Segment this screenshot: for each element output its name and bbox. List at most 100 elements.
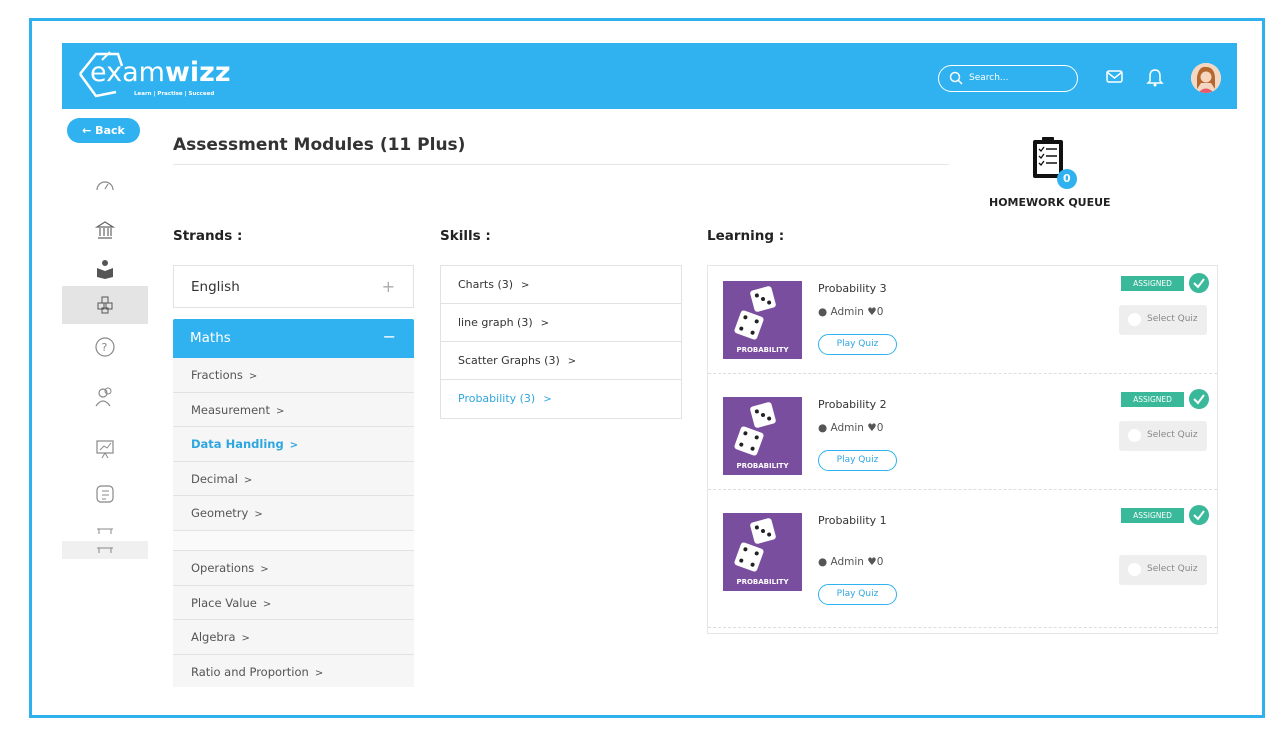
card-author: Admin ♥0 [830,422,884,434]
scroll-icon[interactable] [62,521,148,541]
chevron-right-icon: > [241,633,250,645]
dashboard-icon[interactable] [62,166,148,204]
card-meta: ● Admin ♥0 [818,422,883,434]
brand-light: exam [90,57,165,88]
strand-maths[interactable]: Maths − [173,319,414,358]
checklist-icon[interactable] [62,475,148,513]
sub-geometry[interactable]: Geometry > [173,496,414,531]
card-meta: ● Admin ♥0 [818,556,883,568]
skill-label: Charts (3) [458,278,514,291]
learning-card: PROBABILITY Probability 1 ● Admin ♥0 Pla… [708,498,1217,628]
assigned-badge: ASSIGNED [1121,392,1184,407]
chevron-right-icon: > [260,563,269,575]
sub-label: Fractions [191,368,243,382]
avatar[interactable] [1191,63,1221,93]
sub-measurement[interactable]: Measurement > [173,392,414,428]
radio-icon [1128,313,1141,326]
select-quiz-toggle[interactable]: Select Quiz [1119,421,1207,451]
strands-panel: English + Maths − Fractions > Measurement > … [173,265,414,687]
logo[interactable]: examwizz Learn | Practise | Succeed [72,49,242,99]
chevron-right-icon: > [262,598,272,610]
chevron-right-icon: > [275,405,285,417]
presentation-icon[interactable] [62,430,148,468]
skill-label: Probability (3) [458,392,536,405]
scroll-icon-2[interactable] [62,541,148,559]
probability-thumbnail[interactable]: PROBABILITY [723,397,802,475]
user-icon: ● [818,306,831,318]
brand-tagline: Learn | Practise | Succeed [134,91,215,97]
sub-label: Measurement [191,402,270,417]
logo-text: examwizz [90,57,231,88]
chevron-right-icon: > [243,474,253,486]
thumbnail-caption: PROBABILITY [736,346,789,354]
svg-text:?: ? [102,341,108,354]
skill-scatter-graphs[interactable]: Scatter Graphs (3) > [441,342,681,380]
sub-data-handling[interactable]: Data Handling > [173,427,414,462]
radio-icon [1128,429,1141,442]
collapse-icon: − [382,327,396,346]
select-quiz-toggle[interactable]: Select Quiz [1119,555,1207,585]
search-placeholder: Search... [969,73,1009,83]
homework-queue-button[interactable]: 0 [1030,134,1078,190]
assigned-badge: ASSIGNED [1121,276,1184,291]
card-title: Probability 1 [818,514,887,527]
learning-heading: Learning : [707,228,785,244]
sub-ratio[interactable]: Ratio and Proportion > [173,654,414,687]
page-title: Assessment Modules (11 Plus) [173,135,466,155]
institution-icon[interactable] [62,211,148,249]
card-author: Admin ♥0 [830,556,884,568]
sub-label: Algebra [191,630,236,645]
strand-english[interactable]: English + [173,265,414,308]
play-quiz-button[interactable]: Play Quiz [818,334,897,355]
sidebar: ← Back ? [62,109,148,559]
skill-line-graph[interactable]: line graph (3) > [441,304,681,342]
chevron-right-icon: > [543,394,552,405]
check-icon [1189,389,1209,409]
homework-count-badge: 0 [1063,172,1071,185]
play-quiz-button[interactable]: Play Quiz [818,584,897,605]
check-icon [1189,273,1209,293]
assigned-badge: ASSIGNED [1121,508,1184,523]
skills-heading: Skills : [440,228,491,244]
chevron-right-icon: > [314,667,324,679]
card-meta: ● Admin ♥0 [818,306,883,318]
thumbnail-caption: PROBABILITY [736,462,789,470]
bell-icon[interactable] [1144,66,1166,88]
help-icon[interactable]: ? [62,328,148,366]
search-input[interactable]: Search... [938,65,1078,92]
probability-thumbnail[interactable]: PROBABILITY [723,281,802,359]
chevron-right-icon: > [567,356,577,367]
homework-queue-label: HOMEWORK QUEUE [989,196,1111,209]
select-quiz-toggle[interactable]: Select Quiz [1119,305,1207,335]
chevron-right-icon: > [289,440,299,452]
sub-label: Operations [191,560,255,575]
strand-maths-label: Maths [190,330,231,346]
strands-heading: Strands : [173,228,243,244]
strand-english-label: English [191,279,240,295]
card-title: Probability 2 [818,398,887,411]
select-quiz-label: Select Quiz [1147,314,1198,324]
sub-fractions[interactable]: Fractions > [173,358,414,393]
sub-algebra[interactable]: Algebra > [173,620,414,655]
skill-probability[interactable]: Probability (3) > [441,380,681,418]
users-icon[interactable] [62,378,148,416]
learning-card: PROBABILITY Probability 2 ● Admin ♥0 Pla… [708,382,1217,490]
probability-thumbnail[interactable]: PROBABILITY [723,513,802,591]
avatar-icon [1191,63,1221,93]
play-quiz-button[interactable]: Play Quiz [818,450,897,471]
sub-label: Place Value [191,595,257,610]
radio-icon [1128,563,1141,576]
mail-icon[interactable] [1104,66,1126,88]
sub-place-value[interactable]: Place Value > [173,585,414,621]
sub-label: Ratio and Proportion [191,664,309,679]
reading-icon[interactable] [62,250,148,288]
sub-hidden[interactable] [173,530,414,551]
back-button[interactable]: ← Back [67,118,140,143]
modules-icon[interactable] [62,286,148,324]
skill-charts[interactable]: Charts (3) > [441,266,681,304]
select-quiz-label: Select Quiz [1147,430,1198,440]
sub-decimal[interactable]: Decimal > [173,461,414,497]
sub-operations[interactable]: Operations > [173,550,414,586]
user-icon: ● [818,422,831,434]
sub-label: Decimal [191,471,238,486]
